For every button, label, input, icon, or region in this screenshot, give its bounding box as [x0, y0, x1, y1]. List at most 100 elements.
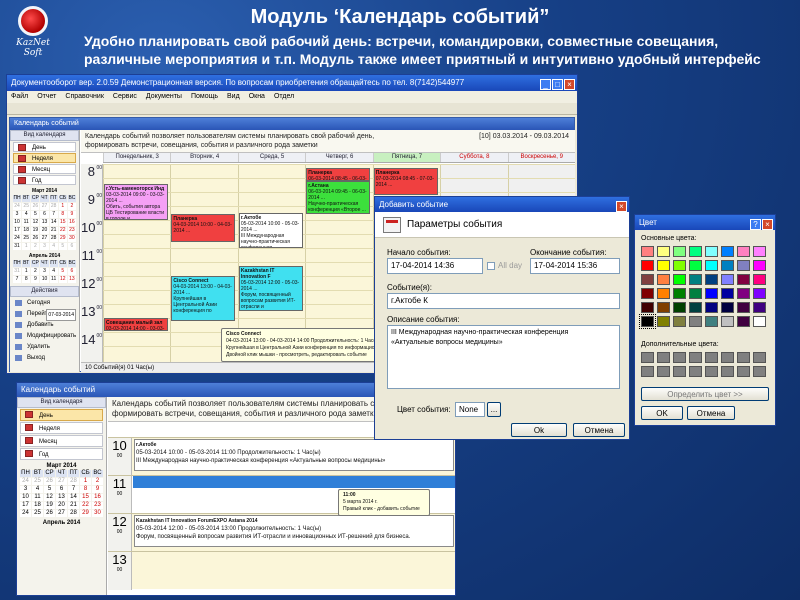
view-year-button[interactable]: Год: [20, 448, 103, 460]
menu-item[interactable]: Отдел: [274, 93, 294, 100]
color-swatch[interactable]: [673, 274, 686, 285]
color-swatch[interactable]: [673, 288, 686, 299]
cancel-button[interactable]: Отмена: [573, 423, 625, 437]
day-header[interactable]: Суббота, 8: [440, 153, 507, 162]
view-day-button[interactable]: День: [13, 142, 76, 152]
color-swatch[interactable]: [673, 260, 686, 271]
day-cell[interactable]: 18: [32, 502, 43, 509]
start-date-field[interactable]: 17-04-2014 14:36: [387, 258, 483, 274]
day-cell[interactable]: 6: [40, 211, 49, 218]
color-swatch[interactable]: [673, 316, 686, 327]
view-month-button[interactable]: Месяц: [13, 164, 76, 174]
day-cell[interactable]: 3: [20, 486, 31, 493]
day-cell[interactable]: 11: [32, 494, 43, 501]
day-cell[interactable]: 23: [92, 502, 103, 509]
day-cell[interactable]: 29: [58, 235, 67, 242]
day-cell[interactable]: 30: [67, 235, 76, 242]
day-cell[interactable]: 3: [40, 243, 49, 250]
menu-item[interactable]: Вид: [227, 93, 240, 100]
close-button[interactable]: ×: [762, 219, 773, 230]
day-cell[interactable]: 19: [44, 502, 55, 509]
day-cell[interactable]: 14: [68, 494, 79, 501]
help-button[interactable]: ?: [750, 219, 761, 230]
color-swatch[interactable]: [689, 302, 702, 313]
day-cell[interactable]: 31: [13, 268, 22, 275]
hour-row[interactable]: 13 00: [108, 551, 455, 590]
day-cell[interactable]: 5: [58, 243, 67, 250]
day-cell[interactable]: 16: [67, 219, 76, 226]
view-year-button[interactable]: Год: [13, 175, 76, 185]
color-swatch[interactable]: [641, 274, 654, 285]
color-swatch[interactable]: [705, 274, 718, 285]
day-cell[interactable]: 13: [40, 219, 49, 226]
minimize-button[interactable]: _: [540, 79, 551, 90]
day-cell[interactable]: 5: [44, 486, 55, 493]
day-cell[interactable]: 9: [92, 486, 103, 493]
color-picker-button[interactable]: ...: [487, 402, 501, 417]
calendar-event[interactable]: Kazakhstan IT Innovation F 05-03-2014 12:…: [238, 266, 303, 311]
color-swatch[interactable]: [705, 288, 718, 299]
calendar-event[interactable]: Kazakhstan IT Innovation ForumEXPO Astan…: [134, 515, 454, 547]
day-cell[interactable]: 31: [13, 243, 22, 250]
color-swatch[interactable]: [753, 274, 766, 285]
day-cell[interactable]: 28: [49, 203, 58, 210]
calendar-event[interactable]: Планерка 04-03-2014 10:00 - 04-03-2014 ..…: [171, 214, 236, 243]
day-cell[interactable]: 28: [68, 478, 79, 485]
day-cell[interactable]: 7: [13, 276, 22, 283]
ok-button[interactable]: OK: [641, 406, 683, 420]
day-header[interactable]: Понедельник, 3: [103, 153, 170, 162]
day-cell[interactable]: 17: [13, 227, 22, 234]
color-swatch[interactable]: [657, 274, 670, 285]
cancel-button[interactable]: Отмена: [687, 406, 735, 420]
day-cell[interactable]: 10: [40, 276, 49, 283]
calendar-event[interactable]: г.Актобе 05-03-2014 10:00 - 05-03-2014 11…: [134, 439, 454, 471]
day-cell[interactable]: 12: [31, 219, 40, 226]
day-cell[interactable]: 6: [67, 243, 76, 250]
day-cell[interactable]: 7: [49, 211, 58, 218]
day-cell[interactable]: 21: [68, 502, 79, 509]
day-cell[interactable]: 25: [22, 235, 31, 242]
color-swatch[interactable]: [705, 260, 718, 271]
color-swatch[interactable]: [721, 274, 734, 285]
day-cell[interactable]: 10: [13, 219, 22, 226]
calendar-event[interactable]: г.Актобе 05-03-2014 10:00 - 05-03-2014 ..…: [238, 213, 303, 248]
event-name-field[interactable]: г.Актобе К: [387, 293, 620, 309]
color-swatch[interactable]: [641, 288, 654, 299]
custom-color-swatch[interactable]: [657, 366, 670, 377]
color-dialog-titlebar[interactable]: Цвет ? ×: [635, 215, 775, 230]
day-cell[interactable]: 8: [80, 486, 91, 493]
custom-color-swatch[interactable]: [689, 352, 702, 363]
day-header[interactable]: Воскресенье, 9: [507, 153, 575, 162]
menu-item[interactable]: Окна: [249, 93, 265, 100]
day-cell[interactable]: 25: [22, 203, 31, 210]
action-0[interactable]: Сегодня: [13, 298, 76, 308]
day-cell[interactable]: 9: [31, 276, 40, 283]
day-cell[interactable]: 18: [22, 227, 31, 234]
day-cell[interactable]: 27: [56, 510, 67, 517]
day-cell[interactable]: 16: [92, 494, 103, 501]
day-cell[interactable]: 26: [44, 510, 55, 517]
day-cell[interactable]: 24: [13, 203, 22, 210]
calendar-event[interactable]: Совещание малый зал 03-03-2014 14:00 - 03…: [104, 318, 169, 331]
custom-color-swatch[interactable]: [753, 352, 766, 363]
day-cell[interactable]: 3: [40, 268, 49, 275]
color-swatch[interactable]: [737, 274, 750, 285]
color-swatch[interactable]: [657, 316, 670, 327]
day-cell[interactable]: 5: [31, 211, 40, 218]
day-cell[interactable]: 30: [92, 510, 103, 517]
day-cell[interactable]: 2: [31, 243, 40, 250]
color-swatch[interactable]: [657, 302, 670, 313]
color-swatch[interactable]: [657, 260, 670, 271]
view-month-button[interactable]: Месяц: [20, 435, 103, 447]
day-cell[interactable]: 12: [44, 494, 55, 501]
action-2[interactable]: Добавить: [13, 320, 76, 330]
day-cell[interactable]: 13: [67, 276, 76, 283]
color-swatch[interactable]: [689, 246, 702, 257]
color-swatch[interactable]: [641, 302, 654, 313]
day-cell[interactable]: 24: [20, 510, 31, 517]
color-swatch[interactable]: [753, 246, 766, 257]
color-swatch[interactable]: [641, 246, 654, 257]
custom-color-swatch[interactable]: [689, 366, 702, 377]
custom-color-swatch[interactable]: [641, 352, 654, 363]
day-cell[interactable]: 27: [40, 235, 49, 242]
